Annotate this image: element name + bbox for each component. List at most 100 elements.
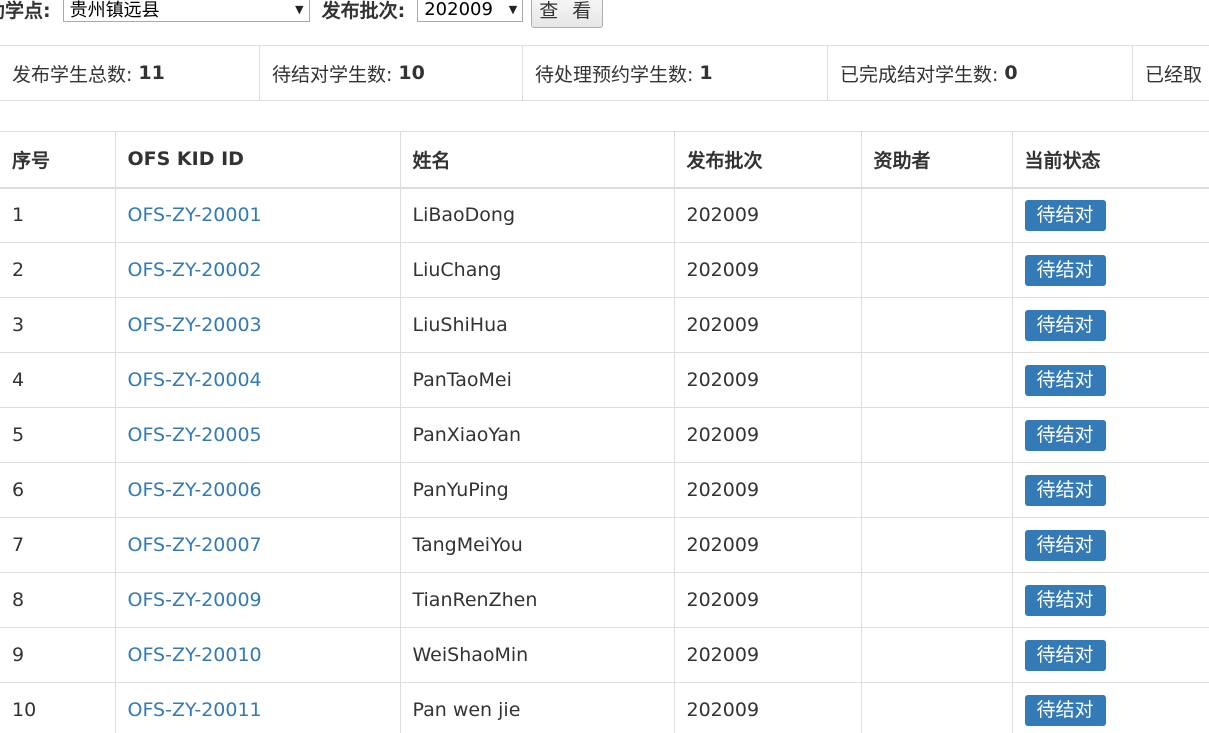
sponsor-cell: [861, 352, 1013, 408]
row-index: 7: [0, 517, 116, 573]
kid-id-link[interactable]: OFS-ZY-20006: [128, 479, 262, 501]
sponsor-cell: [861, 682, 1013, 733]
stat-value: 10: [398, 62, 425, 84]
student-name: PanXiaoYan: [400, 407, 675, 463]
student-name: LiBaoDong: [400, 187, 675, 243]
stat-label: 待处理预约学生数:: [535, 63, 694, 86]
status-badge: 待结对: [1024, 639, 1106, 671]
student-name: TangMeiYou: [400, 517, 675, 573]
stat-label: 发布学生总数:: [12, 63, 133, 86]
stats-row: 发布学生总数: 11 待结对学生数: 10 待处理预约学生数: 1 已完成结对学生数:…: [0, 45, 1209, 101]
batch-cell: 202009: [674, 572, 862, 628]
sponsor-cell: [861, 297, 1013, 353]
stat-completed-pair: 已完成结对学生数: 0: [828, 46, 1133, 100]
table-header-row: 序号 OFS KID ID 姓名 发布批次 资助者 当前状态: [0, 131, 1209, 188]
status-badge: 待结对: [1024, 364, 1106, 396]
students-table: 序号 OFS KID ID 姓名 发布批次 资助者 当前状态 1 OFS-ZY-…: [0, 131, 1209, 733]
sponsor-cell: [861, 627, 1013, 683]
stat-value: 1: [699, 62, 713, 84]
table-row: 7 OFS-ZY-20007 TangMeiYou 202009 待结对: [0, 517, 1209, 573]
status-badge: 待结对: [1024, 474, 1106, 506]
batch-cell: 202009: [674, 187, 862, 243]
student-name: TianRenZhen: [400, 572, 675, 628]
row-index: 1: [0, 187, 116, 243]
table-row: 4 OFS-ZY-20004 PanTaoMei 202009 待结对: [0, 352, 1209, 408]
column-header-sponsor[interactable]: 资助者: [861, 131, 1013, 188]
kid-id-link[interactable]: OFS-ZY-20004: [128, 369, 262, 391]
table-row: 6 OFS-ZY-20006 PanYuPing 202009 待结对: [0, 462, 1209, 518]
stat-label: 已经取: [1145, 63, 1203, 86]
batch-cell: 202009: [674, 407, 862, 463]
column-header-name[interactable]: 姓名: [400, 131, 675, 188]
batch-cell: 202009: [674, 242, 862, 298]
sponsor-cell: [861, 462, 1013, 518]
batch-cell: 202009: [674, 627, 862, 683]
site-select[interactable]: 贵州镇远县 ▼: [62, 0, 310, 22]
row-index: 5: [0, 407, 116, 463]
stat-cancelled: 已经取: [1133, 46, 1209, 100]
row-index: 9: [0, 627, 116, 683]
batch-select[interactable]: 202009 ▼: [417, 0, 524, 22]
sponsor-cell: [861, 407, 1013, 463]
filter-bar: 助学点: 贵州镇远县 ▼ 发布批次: 202009 ▼ 查 看: [0, 0, 604, 30]
batch-cell: 202009: [674, 352, 862, 408]
kid-id-link[interactable]: OFS-ZY-20009: [128, 589, 262, 611]
table-row: 10 OFS-ZY-20011 Pan wen jie 202009 待结对: [0, 682, 1209, 733]
kid-id-link[interactable]: OFS-ZY-20003: [128, 314, 262, 336]
status-badge: 待结对: [1024, 584, 1106, 616]
table-row: 9 OFS-ZY-20010 WeiShaoMin 202009 待结对: [0, 627, 1209, 683]
batch-select-value: 202009: [424, 0, 493, 20]
batch-cell: 202009: [674, 682, 862, 733]
kid-id-link[interactable]: OFS-ZY-20011: [128, 699, 262, 721]
row-index: 3: [0, 297, 116, 353]
kid-id-link[interactable]: OFS-ZY-20005: [128, 424, 262, 446]
kid-id-link[interactable]: OFS-ZY-20001: [128, 204, 262, 226]
dropdown-arrow-icon: ▼: [295, 2, 304, 16]
row-index: 6: [0, 462, 116, 518]
batch-cell: 202009: [674, 517, 862, 573]
site-select-value: 贵州镇远县: [69, 0, 160, 21]
stat-value: 11: [138, 62, 165, 84]
status-badge: 待结对: [1024, 309, 1106, 341]
row-index: 2: [0, 242, 116, 298]
kid-id-link[interactable]: OFS-ZY-20007: [128, 534, 262, 556]
batch-cell: 202009: [674, 462, 862, 518]
sponsor-cell: [861, 187, 1013, 243]
status-badge: 待结对: [1024, 529, 1106, 561]
stat-label: 已完成结对学生数:: [840, 63, 999, 86]
view-button[interactable]: 查 看: [531, 0, 604, 28]
student-name: LiuChang: [400, 242, 675, 298]
student-name: PanYuPing: [400, 462, 675, 518]
status-badge: 待结对: [1024, 199, 1106, 231]
column-header-status[interactable]: 当前状态: [1012, 132, 1209, 188]
student-name: PanTaoMei: [400, 352, 675, 408]
sponsor-cell: [861, 242, 1013, 298]
status-badge: 待结对: [1024, 694, 1106, 726]
stat-pending-reservation: 待处理预约学生数: 1: [523, 46, 828, 100]
student-name: LiuShiHua: [400, 297, 675, 353]
student-name: WeiShaoMin: [400, 627, 675, 683]
dropdown-arrow-icon: ▼: [508, 2, 518, 16]
kid-id-link[interactable]: OFS-ZY-20002: [128, 259, 262, 281]
site-label: 助学点:: [0, 0, 51, 22]
page: 助学点: 贵州镇远县 ▼ 发布批次: 202009 ▼ 查 看 发布学生总数:1…: [0, 0, 1209, 733]
student-name: Pan wen jie: [400, 682, 675, 733]
sponsor-cell: [861, 517, 1013, 573]
table-row: 5 OFS-ZY-20005 PanXiaoYan 202009 待结对: [0, 407, 1209, 463]
table-row: 1 OFS-ZY-20001 LiBaoDong 202009 待结对: [0, 187, 1209, 243]
row-index: 8: [0, 572, 116, 628]
row-index: 4: [0, 352, 116, 408]
column-header-kid-id[interactable]: OFS KID ID: [115, 131, 401, 188]
row-index: 10: [0, 682, 116, 733]
stat-pending-pair: 待结对学生数: 10: [260, 46, 523, 100]
stat-value: 0: [1004, 62, 1018, 84]
column-header-index[interactable]: 序号: [0, 131, 116, 188]
stat-label: 待结对学生数:: [272, 63, 393, 86]
batch-label: 发布批次:: [321, 0, 406, 22]
status-badge: 待结对: [1024, 419, 1106, 451]
kid-id-link[interactable]: OFS-ZY-20010: [128, 644, 262, 666]
sponsor-cell: [861, 572, 1013, 628]
column-header-batch[interactable]: 发布批次: [674, 131, 862, 188]
table-row: 3 OFS-ZY-20003 LiuShiHua 202009 待结对: [0, 297, 1209, 353]
batch-cell: 202009: [674, 297, 862, 353]
